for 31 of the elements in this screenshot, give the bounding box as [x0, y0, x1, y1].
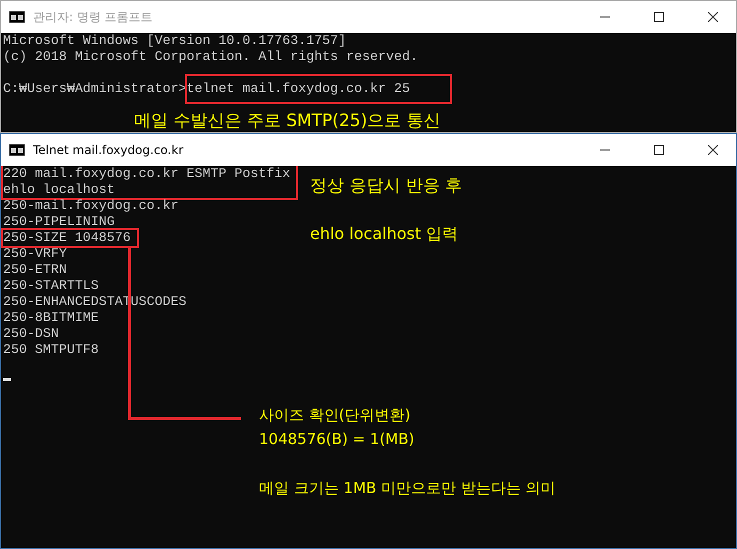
- console-line: 250-VRFY: [3, 246, 67, 262]
- maximize-icon: [654, 12, 664, 22]
- annotation-text: 메일 크기는 1MB 미만으로만 받는다는 의미: [259, 479, 556, 498]
- console-line: 250-mail.foxydog.co.kr: [3, 198, 179, 214]
- window-title: Telnet mail.foxydog.co.kr: [33, 143, 184, 157]
- console-line: 250 SMTPUTF8: [3, 342, 99, 358]
- console-line: Microsoft Windows [Version 10.0.17763.1757]: [3, 33, 346, 49]
- console-line: 250-DSN: [3, 326, 59, 342]
- console-line: 250-STARTTLS: [3, 278, 99, 294]
- console-icon: [9, 144, 25, 156]
- console-line: 250-8BITMIME: [3, 310, 99, 326]
- minimize-icon: [600, 16, 610, 18]
- console-line: ehlo localhost: [3, 182, 115, 198]
- console-line: 250-ETRN: [3, 262, 67, 278]
- console-line: 250-PIPELINING: [3, 214, 115, 230]
- console-prompt: C:₩Users₩Administrator>: [3, 81, 187, 97]
- close-icon: [708, 12, 718, 22]
- annotation-text: ehlo localhost 입력: [310, 224, 458, 245]
- console-line: 250-SIZE 1048576: [3, 230, 131, 246]
- close-icon: [708, 145, 718, 155]
- annotation-text: 정상 응답시 반응 후: [310, 175, 462, 197]
- annotation-text: 사이즈 확인(단위변환): [259, 406, 410, 425]
- console-icon: [9, 11, 25, 23]
- console-line: (c) 2018 Microsoft Corporation. All rights reserved.: [3, 49, 418, 65]
- annotation-text: 1048576(B) = 1(MB): [259, 430, 414, 448]
- window-title: 관리자: 명령 프롬프트: [33, 8, 154, 26]
- highlighted-command: telnet mail.foxydog.co.kr 25: [184, 74, 452, 104]
- minimize-icon: [600, 149, 610, 151]
- maximize-icon: [654, 145, 664, 155]
- annotation-text: 메일 수발신은 주로 SMTP(25)으로 통신: [134, 110, 441, 132]
- console-line: 220 mail.foxydog.co.kr ESMTP Postfix: [3, 166, 290, 182]
